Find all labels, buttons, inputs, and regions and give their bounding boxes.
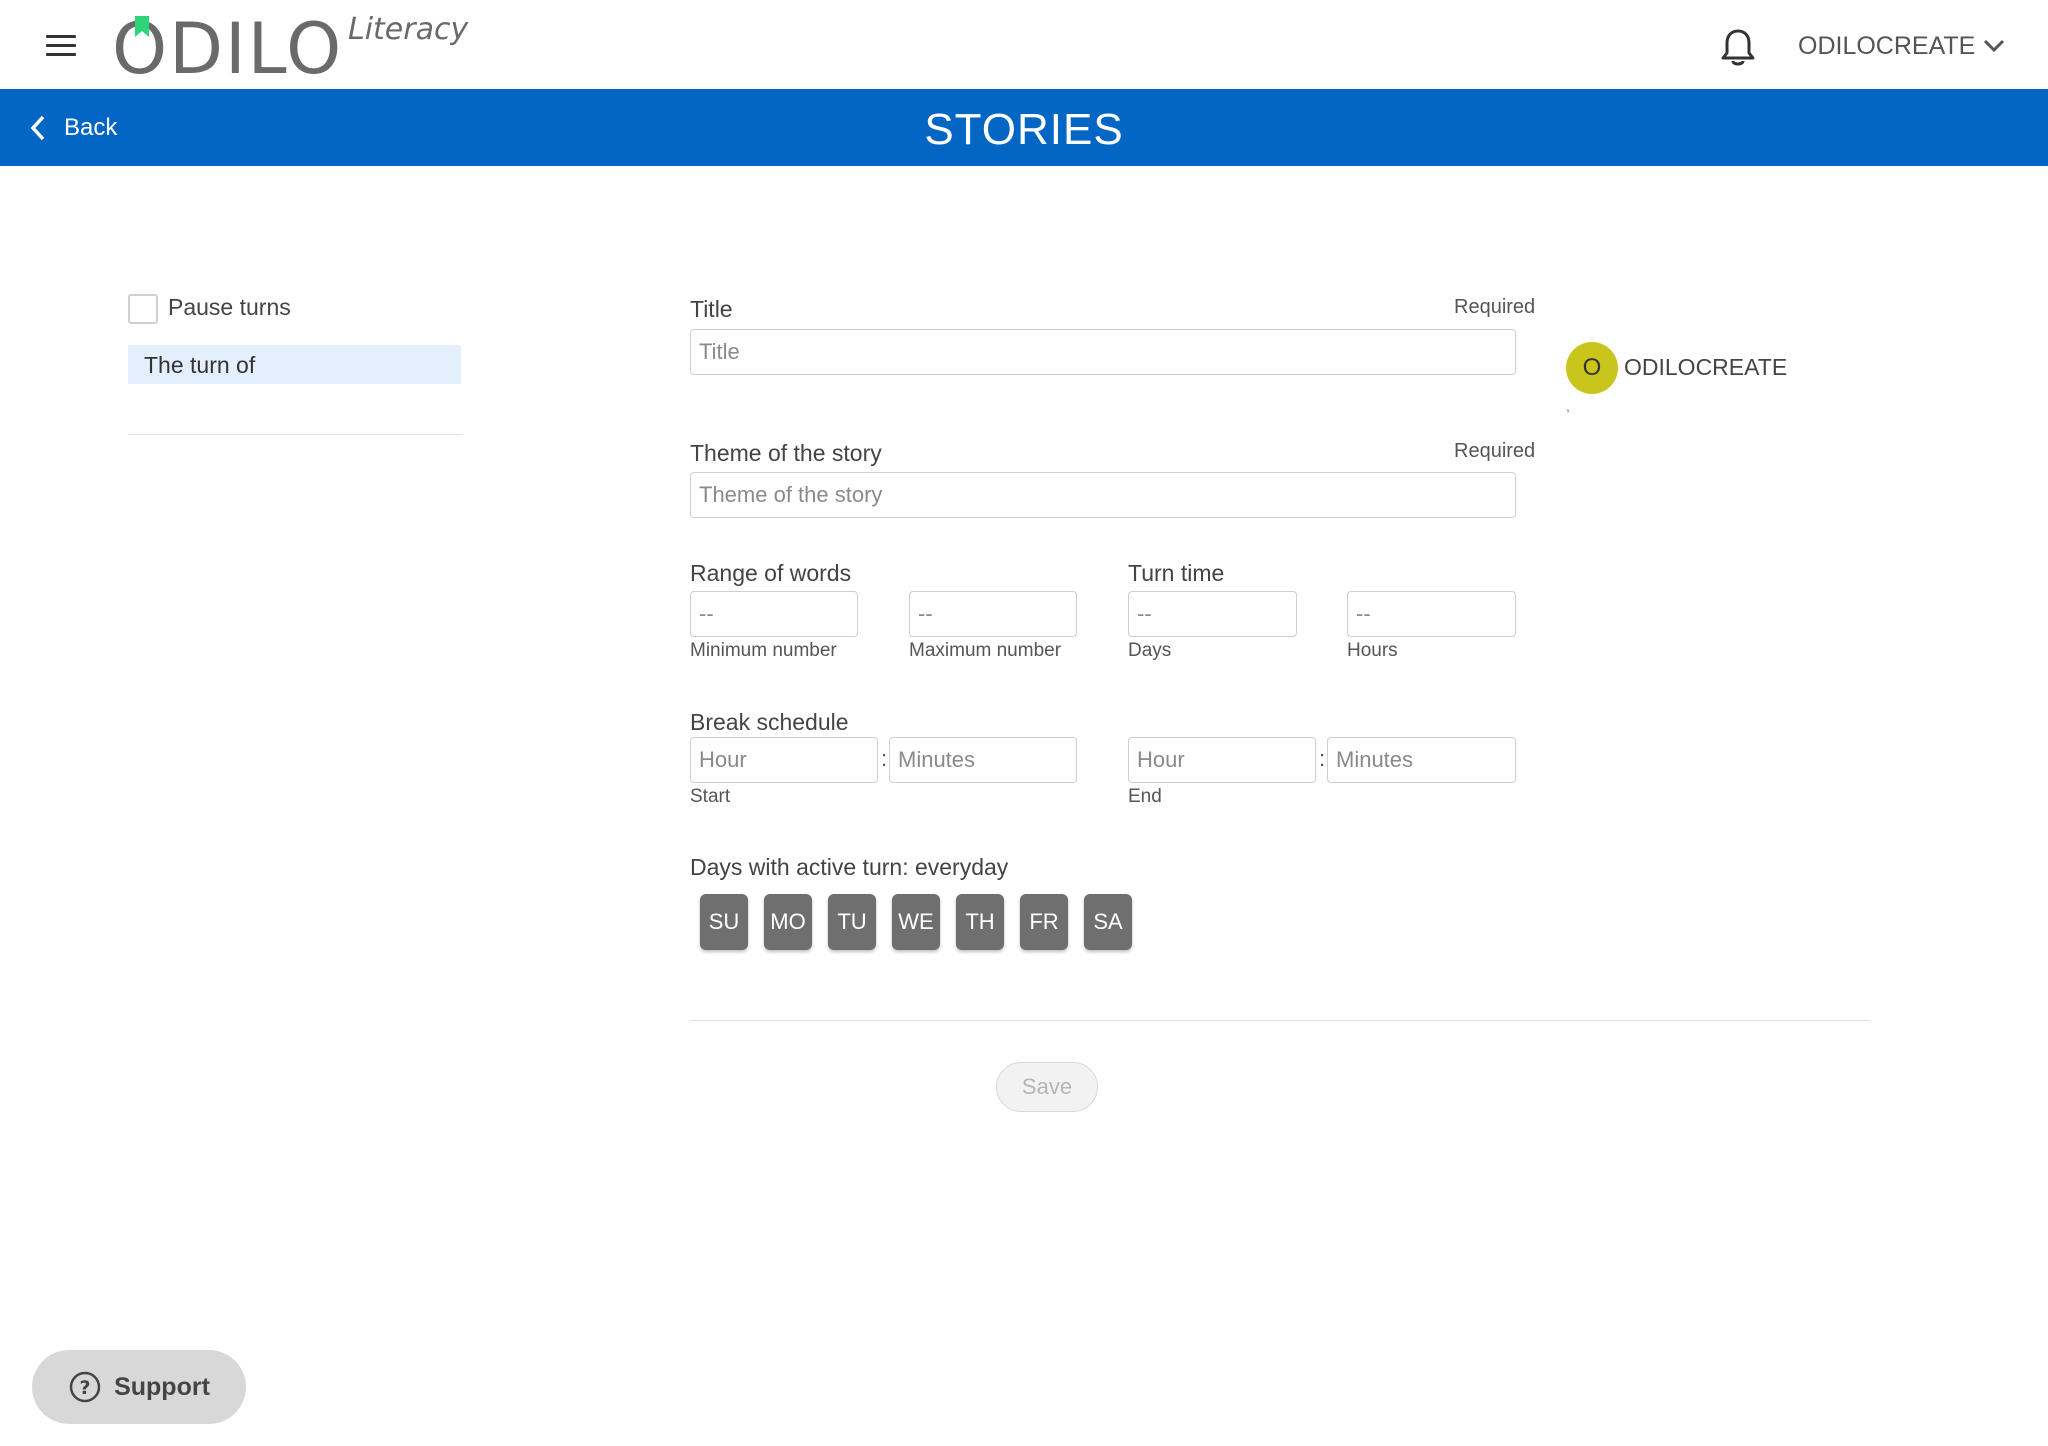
theme-label: Theme of the story [690, 440, 882, 466]
help-circle-icon: ? [69, 1371, 101, 1403]
bell-icon [1721, 29, 1755, 66]
break-end-hour-input[interactable]: Hour [1128, 737, 1316, 783]
day-toggle-su[interactable]: SU [700, 894, 748, 950]
time-separator: : [1319, 746, 1326, 771]
turn-hours-caption: Hours [1347, 640, 1398, 661]
max-words-input[interactable]: -- [909, 591, 1077, 637]
day-toggle-th[interactable]: TH [956, 894, 1004, 950]
turn-of-label: The turn of [144, 352, 256, 378]
page-title: STORIES [924, 105, 1124, 154]
save-button[interactable]: Save [996, 1062, 1098, 1112]
break-end-caption: End [1128, 786, 1162, 807]
theme-required: Required [1454, 440, 1536, 462]
top-header: ODILO Literacy ODILOCREATE [0, 0, 2048, 89]
turn-time-label: Turn time [1128, 560, 1225, 586]
break-start-minutes-input[interactable]: Minutes [889, 737, 1077, 783]
break-start-hour-input[interactable]: Hour [690, 737, 878, 783]
break-schedule-label: Break schedule [690, 709, 849, 735]
min-words-caption: Minimum number [690, 640, 837, 661]
logo[interactable]: ODILO Literacy [112, 10, 472, 84]
back-label: Back [64, 114, 118, 141]
chevron-left-icon [30, 115, 45, 141]
day-toggle-sa[interactable]: SA [1084, 894, 1132, 950]
active-days-label: Days with active turn: everyday [690, 854, 1009, 880]
user-menu[interactable]: ODILOCREATE [1798, 28, 2005, 64]
turn-days-caption: Days [1128, 640, 1172, 661]
break-end-minutes-input[interactable]: Minutes [1327, 737, 1516, 783]
range-of-words-label: Range of words [690, 560, 852, 586]
min-words-input[interactable]: -- [690, 591, 858, 637]
form-divider [690, 1020, 1870, 1021]
title-label: Title [690, 296, 733, 322]
title-required: Required [1454, 296, 1536, 318]
user-menu-label: ODILOCREATE [1798, 31, 1976, 60]
hamburger-icon-line [46, 44, 76, 47]
author-name: ODILOCREATE [1624, 354, 1788, 380]
hamburger-icon [46, 35, 76, 38]
author-separator: , [1566, 398, 1570, 414]
day-toggle-mo[interactable]: MO [764, 894, 812, 950]
max-words-caption: Maximum number [909, 640, 1062, 661]
support-label: Support [114, 1372, 210, 1401]
day-toggle-tu[interactable]: TU [828, 894, 876, 950]
bookmark-icon [135, 16, 149, 37]
turn-hours-input[interactable]: -- [1347, 591, 1516, 637]
break-start-caption: Start [690, 786, 731, 807]
day-toggle-we[interactable]: WE [892, 894, 940, 950]
day-toggle-fr[interactable]: FR [1020, 894, 1068, 950]
menu-button[interactable] [40, 28, 82, 64]
support-button[interactable]: ? Support [32, 1350, 246, 1424]
notifications-button[interactable] [1720, 28, 1756, 68]
avatar: O [1566, 342, 1618, 394]
turn-of-item[interactable]: The turn of [128, 345, 461, 384]
pause-turns-label: Pause turns [168, 294, 291, 320]
page-header-bar: STORIES Back [0, 89, 2048, 166]
hamburger-icon-line [46, 53, 76, 56]
turn-days-input[interactable]: -- [1128, 591, 1297, 637]
chevron-down-icon [1984, 39, 2005, 53]
theme-input[interactable]: Theme of the story [690, 472, 1516, 518]
sidebar-divider [128, 434, 462, 435]
logo-sub-text: Literacy [348, 12, 469, 47]
svg-text:?: ? [80, 1377, 91, 1399]
pause-turns-checkbox[interactable] [128, 294, 158, 324]
back-button[interactable]: Back [30, 111, 117, 145]
title-input[interactable]: Title [690, 329, 1516, 375]
time-separator: : [881, 746, 888, 771]
